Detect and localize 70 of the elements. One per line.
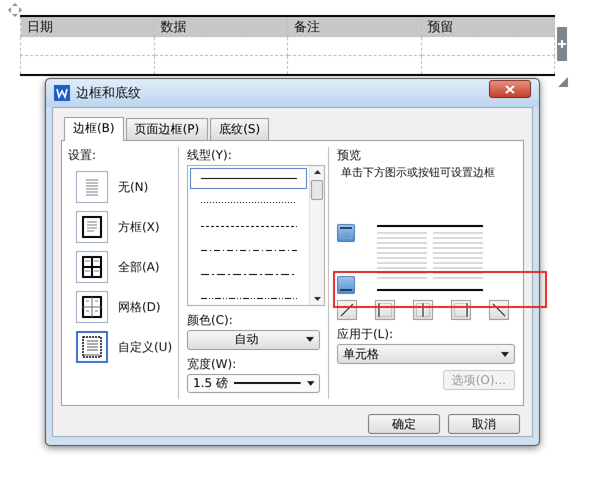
- header-cell: 数据: [154, 16, 288, 36]
- width-dropdown[interactable]: 1.5 磅: [187, 374, 320, 394]
- tab[interactable]: 页面边框(P): [126, 118, 208, 140]
- setting-option[interactable]: [76, 251, 108, 283]
- right-border-icon: [454, 303, 468, 317]
- header-cell: 备注: [288, 16, 421, 36]
- window-title: 边框和底纹: [76, 85, 142, 102]
- scroll-thumb[interactable]: [311, 180, 323, 200]
- setting-label: 全部(A): [118, 258, 160, 276]
- preview-hint: 单击下方图示或按钮可设置边框: [340, 165, 496, 180]
- dropdown-arrow-icon: [306, 337, 314, 342]
- inside-vertical-icon: [416, 303, 430, 317]
- line-sample-icon: [200, 225, 296, 228]
- scrollbar[interactable]: [309, 166, 324, 306]
- dialog-button[interactable]: 确定: [368, 414, 440, 434]
- line-style-option[interactable]: [190, 168, 307, 189]
- dialog-button[interactable]: 取消: [448, 414, 520, 434]
- line-style-list[interactable]: [187, 165, 325, 306]
- setting-option[interactable]: [76, 331, 108, 363]
- tab[interactable]: 边框(B): [64, 117, 124, 141]
- apply-to-label: 应用于(L):: [337, 326, 394, 342]
- setting-label: 网格(D): [118, 298, 161, 316]
- top-border-button[interactable]: [337, 224, 355, 242]
- scroll-down-icon: [314, 297, 320, 302]
- bottom-border-button[interactable]: [337, 276, 355, 294]
- setting-label: 无(N): [118, 178, 148, 196]
- line-sample-icon: [200, 297, 296, 300]
- bottom-border-icon: [340, 279, 352, 291]
- plus-icon: [558, 40, 566, 48]
- resize-handle-icon[interactable]: [558, 77, 568, 87]
- move-handle-icon[interactable]: [8, 3, 22, 17]
- color-dropdown[interactable]: 自动: [187, 330, 320, 350]
- diagonal-down-button[interactable]: [489, 300, 509, 320]
- diagonal-down-icon: [492, 303, 506, 317]
- app-logo-icon: [54, 85, 70, 101]
- line-sample-icon: [200, 201, 296, 204]
- diagonal-up-button[interactable]: [337, 300, 357, 320]
- line-sample-icon: [234, 382, 301, 384]
- header-cell: 预留: [421, 16, 554, 36]
- border-all-icon: [80, 255, 104, 279]
- close-button[interactable]: [489, 80, 531, 98]
- line-sample-icon: [200, 273, 296, 276]
- width-label: 宽度(W):: [187, 356, 238, 372]
- setting-option[interactable]: [76, 211, 108, 243]
- diagonal-up-icon: [340, 303, 354, 317]
- dropdown-arrow-icon: [501, 352, 509, 356]
- line-sample-icon: [200, 249, 296, 252]
- line-sample-icon: [200, 177, 296, 180]
- border-grid-icon: [80, 295, 104, 319]
- border-box-icon: [80, 215, 104, 239]
- inside-vertical-button[interactable]: [413, 300, 433, 320]
- scroll-up-icon: [314, 170, 320, 174]
- color-label: 颜色(C):: [187, 312, 234, 328]
- line-style-label: 线型(Y):: [187, 147, 233, 163]
- right-border-button[interactable]: [451, 300, 471, 320]
- left-border-button[interactable]: [375, 300, 395, 320]
- settings-label: 设置:: [68, 147, 98, 163]
- tab[interactable]: 底纹(S): [210, 118, 270, 140]
- close-icon: [505, 84, 515, 94]
- setting-label: 方框(X): [118, 218, 160, 236]
- setting-option[interactable]: [76, 291, 108, 323]
- setting-label: 自定义(U): [118, 338, 172, 356]
- top-border-icon: [340, 227, 352, 239]
- add-column-button[interactable]: [557, 27, 567, 61]
- header-cell: 日期: [20, 16, 154, 36]
- apply-to-dropdown[interactable]: 单元格: [337, 344, 515, 364]
- dropdown-arrow-icon: [306, 380, 314, 386]
- border-custom-icon: [80, 335, 104, 359]
- preview-label: 预览: [337, 147, 362, 163]
- left-border-icon: [378, 303, 392, 317]
